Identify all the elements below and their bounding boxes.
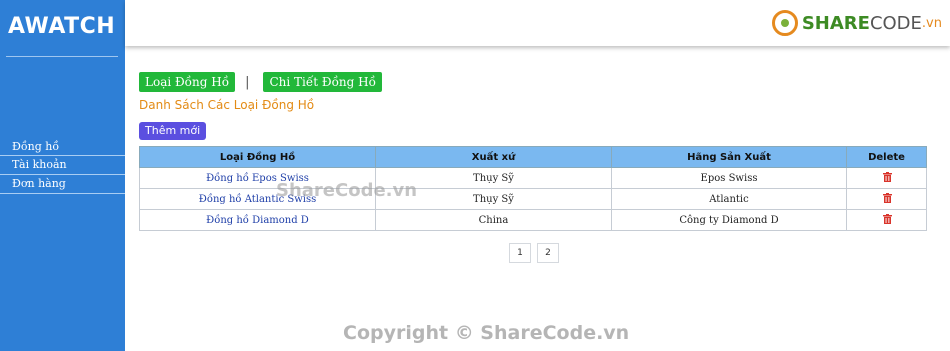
column-header: Loại Đồng Hồ [139, 146, 376, 168]
column-header: Hãng Sản Xuất [611, 146, 847, 168]
page-title: Danh Sách Các Loại Đồng Hồ [139, 98, 315, 112]
tab-bar: Loại Đồng Hồ | Chi Tiết Đồng Hồ [139, 72, 382, 92]
add-button[interactable]: Thêm mới [139, 122, 207, 140]
divider [6, 56, 118, 57]
watermark-center: ShareCode.vn [276, 180, 418, 201]
page-button-1[interactable]: 1 [509, 243, 531, 263]
brand-logo[interactable]: SHARE CODE .vn [771, 10, 942, 36]
delete-cell [846, 167, 927, 189]
tab-chi-tiet-dong-ho[interactable]: Chi Tiết Đồng Hồ [263, 72, 382, 92]
tab-separator: | [245, 74, 250, 90]
pagination: 1 2 [509, 243, 565, 263]
trash-icon[interactable] [882, 172, 892, 182]
maker-cell: Công ty Diamond D [611, 209, 847, 231]
app-logo[interactable]: AWATCH [8, 14, 115, 39]
delete-cell [846, 209, 927, 231]
table-header-row: Loại Đồng Hồ Xuất xứ Hãng Sản Xuất Delet… [139, 146, 927, 168]
sidebar-item-tai-khoan[interactable]: Tài khoản [0, 156, 125, 175]
sidebar-item-dong-ho[interactable]: Đồng hồ [0, 138, 125, 156]
sidebar-nav: Đồng hồ Tài khoản Đơn hàng [0, 138, 125, 194]
page-button-2[interactable]: 2 [537, 243, 559, 263]
column-header: Delete [846, 146, 927, 168]
brand-icon [771, 10, 798, 36]
sidebar: AWATCH Đồng hồ Tài khoản Đơn hàng [0, 0, 125, 351]
brand-text-suffix: .vn [921, 15, 942, 31]
table-row: Đồng hồ Diamond D China Công ty Diamond … [139, 209, 927, 231]
sidebar-item-don-hang[interactable]: Đơn hàng [0, 175, 125, 194]
brand-text-secondary: CODE [869, 12, 922, 34]
trash-icon[interactable] [882, 214, 892, 224]
table-row: Đồng hồ Atlantic Swiss Thụy Sỹ Atlantic [139, 188, 927, 210]
watch-type-name[interactable]: Đồng hồ Diamond D [139, 209, 376, 231]
watch-type-table: Loại Đồng Hồ Xuất xứ Hãng Sản Xuất Delet… [139, 146, 927, 231]
top-header: SHARE CODE .vn [125, 0, 950, 46]
brand-text-main: SHARE [801, 12, 870, 34]
tab-loai-dong-ho[interactable]: Loại Đồng Hồ [139, 72, 236, 92]
table-row: Đồng hồ Epos Swiss Thụy Sỹ Epos Swiss [139, 167, 927, 189]
watermark-copyright: Copyright © ShareCode.vn [343, 322, 630, 344]
maker-cell: Atlantic [611, 188, 847, 210]
origin-cell: China [375, 209, 612, 231]
maker-cell: Epos Swiss [611, 167, 847, 189]
delete-cell [846, 188, 927, 210]
column-header: Xuất xứ [375, 146, 612, 168]
trash-icon[interactable] [882, 193, 892, 203]
